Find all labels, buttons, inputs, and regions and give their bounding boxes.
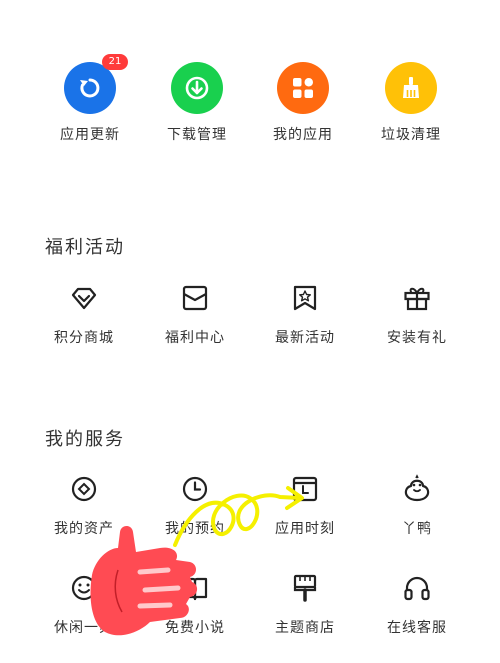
download-manager-label: 下载管理 <box>167 127 227 143</box>
app-update-entry[interactable]: 21 应用更新 <box>35 54 145 152</box>
coin-icon <box>71 476 97 502</box>
services-section-title: 我的服务 <box>45 429 125 450</box>
theme-store-label: 主题商店 <box>275 620 335 636</box>
duck-entry[interactable]: 丫鸭 <box>362 474 472 564</box>
book-icon <box>182 577 208 601</box>
calendar-icon <box>292 476 318 502</box>
leisure-moment-entry[interactable]: 休闲一刻 <box>29 573 139 663</box>
points-mall-entry[interactable]: 积分商城 <box>29 283 139 373</box>
online-support-entry[interactable]: 在线客服 <box>362 573 472 663</box>
services-grid-row-1: 我的资产 我的预约 应用时刻 丫鸭 <box>0 474 500 564</box>
welfare-section-title: 福利活动 <box>45 237 125 258</box>
junk-clean-label: 垃圾清理 <box>381 127 441 143</box>
diamond-icon <box>71 287 97 310</box>
welfare-center-entry[interactable]: 福利中心 <box>140 283 250 373</box>
duck-icon <box>404 474 430 502</box>
latest-events-entry[interactable]: 最新活动 <box>250 283 360 373</box>
my-reservations-label: 我的预约 <box>165 521 225 537</box>
smiley-icon <box>71 575 97 601</box>
my-reservations-entry[interactable]: 我的预约 <box>140 474 250 564</box>
my-apps-entry[interactable]: 我的应用 <box>248 62 358 152</box>
clock-icon <box>182 476 208 502</box>
my-assets-entry[interactable]: 我的资产 <box>29 474 139 564</box>
download-icon <box>171 62 223 114</box>
theme-store-entry[interactable]: 主题商店 <box>250 573 360 663</box>
gift-icon <box>404 287 430 311</box>
my-apps-label: 我的应用 <box>273 127 333 143</box>
apps-grid-icon <box>277 62 329 114</box>
duck-label: 丫鸭 <box>402 521 432 537</box>
install-gift-entry[interactable]: 安装有礼 <box>362 283 472 373</box>
services-grid-row-2: 休闲一刻 免费小说 主题商店 在线客服 <box>0 573 500 663</box>
welfare-grid: 积分商城 福利中心 最新活动 安装有礼 <box>0 283 500 373</box>
install-gift-label: 安装有礼 <box>387 330 447 346</box>
my-assets-label: 我的资产 <box>54 521 114 537</box>
app-update-label: 应用更新 <box>60 127 120 143</box>
download-manager-entry[interactable]: 下载管理 <box>142 62 252 152</box>
envelope-icon <box>182 285 208 311</box>
app-moments-label: 应用时刻 <box>275 521 335 537</box>
leisure-moment-label: 休闲一刻 <box>54 620 114 636</box>
update-count-badge: 21 <box>102 54 128 70</box>
points-mall-label: 积分商城 <box>54 330 114 346</box>
latest-events-label: 最新活动 <box>275 330 335 346</box>
welfare-center-label: 福利中心 <box>165 330 225 346</box>
app-moments-entry[interactable]: 应用时刻 <box>250 474 360 564</box>
top-quick-grid: 21 应用更新 下载管理 我的应用 垃圾清理 <box>0 54 500 152</box>
bookmark-star-icon <box>293 285 317 311</box>
headset-icon <box>404 576 430 601</box>
broom-icon <box>385 62 437 114</box>
junk-clean-entry[interactable]: 垃圾清理 <box>356 62 466 152</box>
free-novels-entry[interactable]: 免费小说 <box>140 573 250 663</box>
free-novels-label: 免费小说 <box>165 620 225 636</box>
online-support-label: 在线客服 <box>387 620 447 636</box>
paint-brush-icon <box>293 574 317 602</box>
